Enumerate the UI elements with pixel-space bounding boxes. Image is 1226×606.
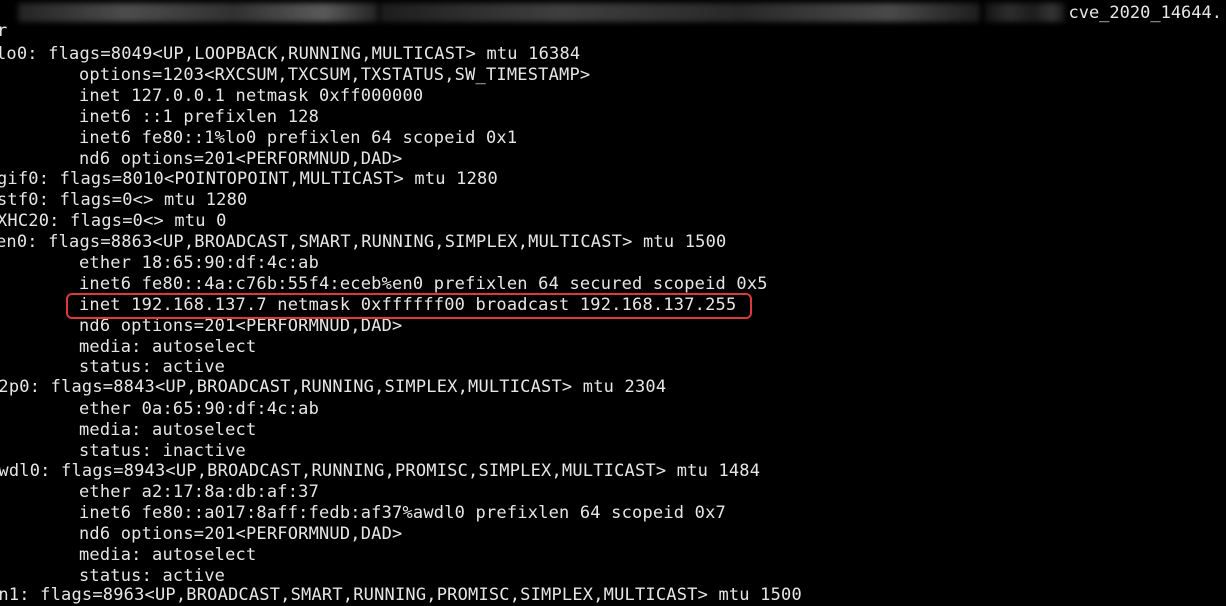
red-highlight-box — [66, 293, 752, 319]
interface-header-line: p2p0: flags=8843<UP,BROADCAST,RUNNING,SI… — [0, 377, 667, 397]
redacted-title-text — [985, 3, 1065, 22]
terminal-line: r — [0, 21, 8, 41]
terminal-line: inet6 fe80::4a:c76b:55f4:eceb%en0 prefix… — [79, 274, 768, 294]
interface-header-line: stf0: flags=0<> mtu 1280 — [0, 190, 248, 210]
terminal-line: nd6 options=201<PERFORMNUD,DAD> — [79, 524, 403, 544]
terminal-line: ether a2:17:8a:db:af:37 — [79, 482, 320, 502]
terminal-line: inet6 fe80::a017:8aff:fedb:af37%awdl0 pr… — [79, 503, 726, 523]
terminal-line: ether 18:65:90:df:4c:ab — [79, 253, 320, 273]
terminal-line: status: active — [79, 566, 226, 586]
terminal-line: media: autoselect — [79, 545, 257, 565]
interface-header-line: gif0: flags=8010<POINTOPOINT,MULTICAST> … — [0, 169, 498, 189]
redacted-title-text — [380, 3, 980, 22]
redacted-title-text — [18, 3, 378, 22]
terminal-window[interactable]: cve_2020_14644. r lo0: flags=8049<UP,LOO… — [0, 0, 1226, 605]
terminal-line: ether 0a:65:90:df:4c:ab — [79, 399, 320, 419]
interface-header-line: XHC20: flags=0<> mtu 0 — [0, 211, 227, 231]
terminal-line: inet6 ::1 prefixlen 128 — [79, 107, 320, 127]
interface-header-line: awdl0: flags=8943<UP,BROADCAST,RUNNING,P… — [0, 461, 761, 481]
terminal-line: status: active — [79, 357, 226, 377]
window-title-tail: cve_2020_14644. — [1068, 3, 1222, 23]
terminal-line: nd6 options=201<PERFORMNUD,DAD> — [79, 149, 403, 169]
terminal-line: nd6 options=201<PERFORMNUD,DAD> — [79, 316, 403, 336]
terminal-line: options=1203<RXCSUM,TXCSUM,TXSTATUS,SW_T… — [79, 65, 591, 85]
terminal-line: media: autoselect — [79, 337, 257, 357]
interface-header-line: en1: flags=8963<UP,BROADCAST,SMART,RUNNI… — [0, 585, 802, 605]
terminal-line: inet 127.0.0.1 netmask 0xff000000 — [79, 86, 424, 106]
terminal-line: status: inactive — [79, 441, 246, 461]
interface-header-line: lo0: flags=8049<UP,LOOPBACK,RUNNING,MULT… — [0, 44, 581, 64]
interface-header-line: en0: flags=8863<UP,BROADCAST,SMART,RUNNI… — [0, 232, 727, 252]
terminal-line: media: autoselect — [79, 420, 257, 440]
terminal-line: inet6 fe80::1%lo0 prefixlen 64 scopeid 0… — [79, 128, 518, 148]
